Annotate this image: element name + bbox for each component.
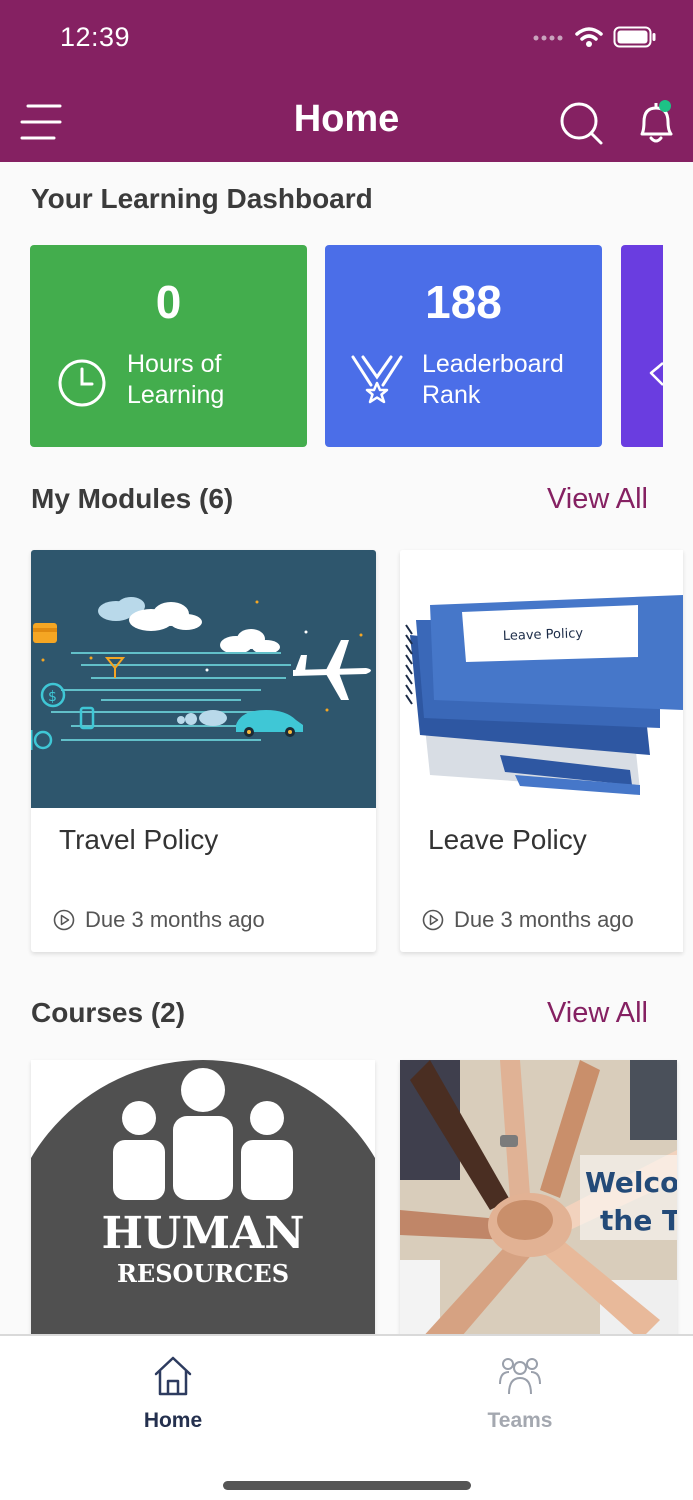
human-resources-image: HUMAN RESOURCES — [31, 1060, 375, 1350]
hours-value: 0 — [155, 276, 182, 328]
svg-text:$: $ — [48, 689, 57, 705]
module-due: Due 3 months ago — [422, 907, 634, 933]
status-icons — [533, 26, 657, 48]
rank-label-line1: Leaderboard — [422, 350, 564, 378]
welcome-text-line2: the Te — [600, 1204, 677, 1237]
home-icon — [154, 1356, 192, 1396]
hours-label-line1: Hours of — [127, 350, 222, 378]
modules-view-all-link[interactable]: View All — [547, 483, 648, 516]
module-due-text: Due 3 months ago — [85, 907, 265, 932]
play-circle-icon — [422, 909, 444, 931]
welcome-team-image: Welcor the Te — [400, 1060, 677, 1350]
course-card-welcome-team[interactable]: Welcor the Te — [400, 1060, 677, 1350]
nav-home[interactable]: Home — [98, 1354, 248, 1433]
leaderboard-card[interactable]: 188 Leaderboard Rank — [325, 245, 602, 447]
status-time: 12:39 — [60, 22, 131, 52]
module-card-leave-policy[interactable]: Leave Policy Leave Policy Due 3 months a… — [400, 550, 683, 952]
rank-label: Leaderboard Rank — [422, 349, 564, 411]
clock-icon — [58, 359, 106, 407]
nav-home-label: Home — [143, 1409, 203, 1432]
module-card-travel-policy[interactable]: $ Travel Policy Due 3 months ago — [31, 550, 376, 952]
resources-label: RESOURCES — [117, 1259, 289, 1288]
modules-title: My Modules (6) — [31, 483, 234, 514]
rank-label-line2: Rank — [422, 381, 481, 409]
leave-policy-image: Leave Policy — [400, 550, 683, 808]
bell-icon — [640, 100, 673, 143]
play-circle-icon — [53, 909, 75, 931]
module-title: Travel Policy — [59, 824, 219, 855]
bottom-navigation: Home Teams — [0, 1334, 693, 1500]
search-button[interactable] — [558, 100, 604, 146]
hours-learning-card[interactable]: 0 Hours of Learning — [30, 245, 307, 447]
dashboard-title: Your Learning Dashboard — [31, 183, 373, 214]
leave-policy-book-label: Leave Policy — [503, 626, 584, 644]
nav-teams-label: Teams — [487, 1409, 553, 1432]
module-due-text: Due 3 months ago — [454, 907, 634, 932]
badge-icon — [649, 362, 663, 386]
courses-title: Courses (2) — [31, 997, 186, 1028]
module-title: Leave Policy — [428, 824, 587, 855]
human-label: HUMAN — [101, 1208, 304, 1259]
notifications-button[interactable] — [634, 98, 678, 146]
signal-icon — [533, 35, 563, 41]
welcome-text-line1: Welcor — [585, 1166, 677, 1199]
course-card-human-resources[interactable]: HUMAN RESOURCES — [31, 1060, 375, 1350]
hours-label: Hours of Learning — [127, 349, 224, 411]
battery-icon — [613, 26, 656, 48]
app-header: 12:39 Home — [0, 0, 693, 162]
nav-teams[interactable]: Teams — [445, 1354, 595, 1433]
travel-policy-image: $ — [31, 550, 376, 808]
teams-icon — [499, 1358, 541, 1395]
rank-value: 188 — [425, 276, 502, 328]
home-indicator — [223, 1481, 471, 1490]
third-stat-card[interactable] — [621, 245, 663, 447]
medal-icon — [351, 355, 403, 404]
module-due: Due 3 months ago — [53, 907, 265, 933]
hours-label-line2: Learning — [127, 381, 225, 409]
courses-view-all-link[interactable]: View All — [547, 997, 648, 1030]
wifi-icon — [575, 27, 603, 47]
search-icon — [560, 102, 603, 145]
